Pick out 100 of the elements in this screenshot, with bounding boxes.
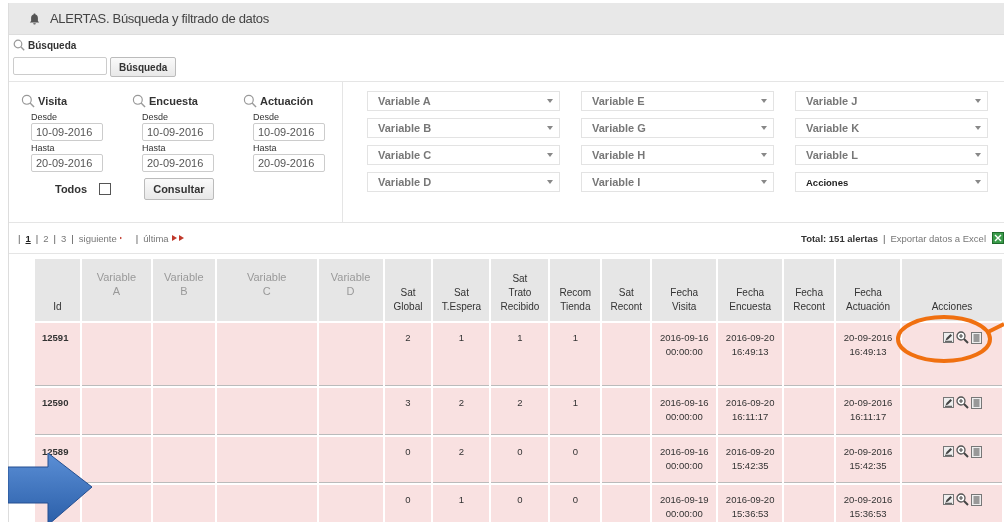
- date-field[interactable]: 10-09-2016: [253, 123, 325, 141]
- all-label: Todos: [55, 183, 88, 195]
- dropdown[interactable]: Variable K: [795, 118, 988, 138]
- zoom-in-icon[interactable]: [955, 331, 969, 344]
- search-icon: [21, 94, 35, 108]
- date-field[interactable]: 20-09-2016: [142, 154, 214, 172]
- last-link[interactable]: última: [143, 232, 169, 244]
- table-cell: 1: [572, 332, 578, 343]
- filter-label: Encuesta: [149, 95, 198, 107]
- zoom-in-icon[interactable]: [955, 445, 969, 458]
- table-cell: 1: [458, 332, 465, 343]
- list-icon[interactable]: [970, 331, 982, 344]
- dropdown[interactable]: Variable J: [795, 91, 988, 111]
- table-cell: 20-09-2016 15:36:53: [843, 494, 893, 519]
- table-cell: 1: [458, 494, 465, 505]
- search-icon: [13, 39, 25, 51]
- all-checkbox[interactable]: [99, 183, 112, 195]
- table-cell: 20-09-2016 16:49:13: [843, 332, 893, 357]
- search-button[interactable]: Búsqueda: [110, 57, 177, 77]
- table-cell: 2: [405, 332, 411, 343]
- export-link[interactable]: Exportar datos a Excel: [890, 232, 986, 244]
- table-cell: 12591: [42, 332, 69, 343]
- search-label: Búsqueda: [28, 39, 77, 51]
- column-header: Fecha Visita: [652, 259, 717, 321]
- column-header: Variable A: [81, 259, 151, 321]
- table-cell: 2016-09-19 00:00:00: [659, 494, 709, 519]
- table-cell: 2: [458, 397, 465, 408]
- column-header: Variable D: [318, 259, 383, 321]
- page-link[interactable]: 2: [43, 232, 49, 244]
- table-cell: 1: [572, 397, 578, 408]
- next-link[interactable]: siguiente: [78, 232, 117, 244]
- to-label: Hasta: [142, 143, 166, 153]
- table-cell: 0: [572, 446, 578, 457]
- column-header: Variable C: [216, 259, 317, 321]
- dropdown[interactable]: Acciones: [795, 172, 988, 192]
- zoom-in-icon[interactable]: [955, 493, 969, 506]
- date-field[interactable]: 20-09-2016: [31, 154, 103, 172]
- column-header: Acciones: [902, 259, 1002, 321]
- list-icon[interactable]: [970, 445, 982, 458]
- separator: |: [135, 232, 139, 244]
- to-label: Hasta: [31, 143, 55, 153]
- table-cell: 2016-09-16 00:00:00: [659, 332, 709, 357]
- column-header: Fecha Encuesta: [718, 259, 783, 321]
- table-cell: 20-09-2016 15:42:35: [843, 446, 893, 471]
- zoom-in-icon[interactable]: [955, 396, 969, 409]
- double-triangle-icon: [171, 235, 184, 241]
- separator: |: [53, 232, 56, 244]
- table-cell: 0: [405, 446, 411, 457]
- column-header: Sat Global: [384, 259, 432, 321]
- column-header: Fecha Recont: [784, 259, 835, 321]
- search-field[interactable]: [13, 57, 107, 75]
- table-cell: 2016-09-20 15:42:35: [725, 446, 775, 471]
- table-cell: 2016-09-20 16:49:13: [725, 332, 775, 357]
- separator: |: [882, 232, 886, 244]
- from-label: Desde: [31, 112, 57, 122]
- column-header: Id: [35, 259, 80, 321]
- consult-button[interactable]: Consultar: [144, 178, 214, 200]
- column-header: Sat Trato Recibido: [491, 259, 549, 321]
- list-icon[interactable]: [970, 493, 982, 506]
- table-cell: 2016-09-20 16:11:17: [725, 397, 775, 422]
- edit-icon[interactable]: [942, 446, 954, 457]
- table-cell: 3: [405, 397, 411, 408]
- table-cell: 12589: [42, 446, 69, 457]
- table-cell: 1: [517, 332, 523, 343]
- table-cell: 20-09-2016 16:11:17: [843, 397, 893, 422]
- table-cell: 2: [517, 397, 523, 408]
- table-cell: 0: [405, 494, 411, 505]
- table-cell: 2: [458, 446, 465, 457]
- spreadsheet-icon[interactable]: [992, 232, 1004, 244]
- dropdown[interactable]: Variable C: [367, 145, 560, 165]
- table-cell: 2016-09-20 15:36:53: [725, 494, 775, 519]
- dropdown[interactable]: Variable I: [581, 172, 774, 192]
- edit-icon[interactable]: [942, 494, 954, 505]
- table-cell: 0: [572, 494, 578, 505]
- dropdown[interactable]: Variable B: [367, 118, 560, 138]
- table-cell: 12590: [42, 397, 69, 408]
- list-icon[interactable]: [970, 396, 982, 409]
- date-field[interactable]: 20-09-2016: [253, 154, 325, 172]
- search-icon: [243, 94, 257, 108]
- page-link[interactable]: 3: [61, 232, 67, 244]
- dropdown[interactable]: Variable G: [581, 118, 774, 138]
- column-header: Fecha Actuación: [836, 259, 900, 321]
- from-label: Desde: [253, 112, 279, 122]
- dropdown[interactable]: Variable A: [367, 91, 560, 111]
- date-field[interactable]: 10-09-2016: [142, 123, 214, 141]
- dropdown[interactable]: Variable L: [795, 145, 988, 165]
- column-header: Variable B: [152, 259, 215, 321]
- table-cell: 2016-09-16 00:00:00: [659, 397, 709, 422]
- edit-icon[interactable]: [942, 332, 954, 343]
- filter-label: Visita: [38, 95, 68, 107]
- dropdown[interactable]: Variable D: [367, 172, 560, 192]
- dropdown[interactable]: Variable H: [581, 145, 774, 165]
- column-header: Recom Tienda: [550, 259, 601, 321]
- dropdown[interactable]: Variable E: [581, 91, 774, 111]
- edit-icon[interactable]: [942, 397, 954, 408]
- separator: |: [35, 232, 39, 244]
- table-cell: 0: [517, 494, 523, 505]
- date-field[interactable]: 10-09-2016: [31, 123, 103, 141]
- page-link[interactable]: 1: [25, 232, 31, 244]
- table-cell: 2016-09-16 00:00:00: [659, 446, 709, 471]
